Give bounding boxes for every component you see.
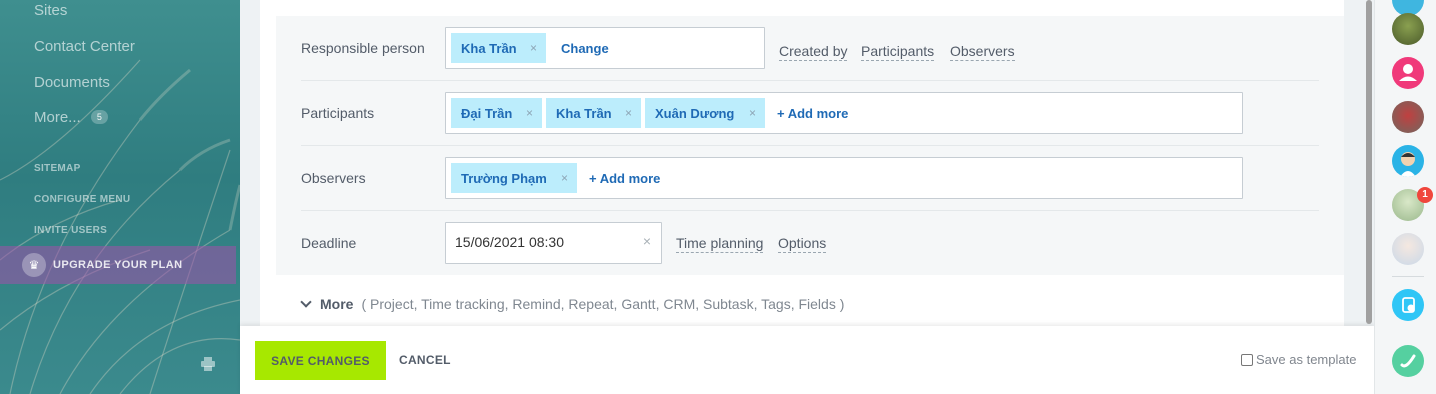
chat-phone-icon bbox=[1402, 297, 1415, 313]
observers-label: Observers bbox=[301, 170, 366, 186]
upgrade-plan-button[interactable]: ♛ UPGRADE YOUR PLAN bbox=[0, 246, 236, 284]
right-rail: 1 bbox=[1374, 0, 1436, 394]
options-link[interactable]: Options bbox=[778, 235, 827, 253]
user-avatar[interactable] bbox=[1392, 145, 1424, 177]
sidebar-item-more[interactable]: More... 5 bbox=[34, 109, 108, 126]
printer-icon[interactable] bbox=[200, 356, 216, 372]
task-form-card: Responsible person Kha Trần × Change Cre… bbox=[260, 0, 1344, 326]
task-form-fields: Responsible person Kha Trần × Change Cre… bbox=[276, 16, 1344, 275]
responsible-chip-name: Kha Trần bbox=[461, 40, 517, 56]
sidebar-item-documents[interactable]: Documents bbox=[34, 74, 110, 91]
sitemap-link[interactable]: SITEMAP bbox=[34, 163, 81, 174]
change-responsible-link[interactable]: Change bbox=[561, 41, 609, 56]
chevron-down-icon bbox=[300, 296, 312, 308]
time-planning-link[interactable]: Time planning bbox=[676, 235, 764, 253]
invite-users-link[interactable]: INVITE USERS bbox=[34, 225, 107, 236]
task-edit-panel: Responsible person Kha Trần × Change Cre… bbox=[240, 0, 1374, 394]
add-participant-link[interactable]: + Add more bbox=[777, 106, 848, 121]
observers-field[interactable]: Trường Phạm × + Add more bbox=[445, 157, 1243, 199]
participants-row: Participants Đại Trần × Kha Trần × Xuân … bbox=[276, 81, 1344, 146]
participant-chip-name: Đại Trần bbox=[461, 105, 513, 121]
save-as-template-checkbox[interactable] bbox=[1241, 353, 1253, 366]
deadline-label: Deadline bbox=[301, 235, 357, 251]
participant-chip-name: Xuân Dương bbox=[655, 105, 735, 121]
observer-chip-name: Trường Phạm bbox=[461, 170, 547, 186]
participant-chip: Kha Trần × bbox=[546, 98, 641, 128]
open-lines-button[interactable] bbox=[1392, 289, 1424, 321]
sidebar-item-more-label: More... bbox=[34, 109, 81, 126]
call-button[interactable] bbox=[1392, 345, 1424, 377]
remove-participant-icon[interactable]: × bbox=[749, 106, 756, 120]
configure-menu-link[interactable]: CONFIGURE MENU bbox=[34, 194, 130, 205]
user-avatar[interactable] bbox=[1392, 57, 1424, 89]
sidebar-item-contact-center[interactable]: Contact Center bbox=[34, 38, 135, 55]
responsible-chip: Kha Trần × bbox=[451, 33, 546, 63]
person-illustration-icon bbox=[1400, 152, 1416, 177]
remove-participant-icon[interactable]: × bbox=[526, 106, 533, 120]
more-label: More bbox=[320, 296, 354, 312]
notification-badge: 1 bbox=[1417, 187, 1433, 203]
participant-chip-name: Kha Trần bbox=[556, 105, 612, 121]
add-observer-link[interactable]: + Add more bbox=[589, 171, 660, 186]
responsible-person-field[interactable]: Kha Trần × Change bbox=[445, 27, 765, 69]
more-options-list: ( Project, Time tracking, Remind, Repeat… bbox=[361, 296, 845, 312]
crown-icon: ♛ bbox=[22, 253, 46, 277]
responsible-person-row: Responsible person Kha Trần × Change Cre… bbox=[276, 16, 1344, 81]
upgrade-plan-label: UPGRADE YOUR PLAN bbox=[53, 259, 183, 271]
rail-divider bbox=[1392, 276, 1424, 277]
save-changes-button[interactable]: SAVE CHANGES bbox=[255, 341, 386, 380]
participant-chip: Đại Trần × bbox=[451, 98, 542, 128]
phone-icon bbox=[1400, 354, 1416, 368]
left-sidebar: Sites Contact Center Documents More... 5… bbox=[0, 0, 240, 394]
observer-chip: Trường Phạm × bbox=[451, 163, 577, 193]
responsible-person-label: Responsible person bbox=[301, 40, 425, 56]
scrollbar[interactable] bbox=[1366, 0, 1372, 324]
participants-link[interactable]: Participants bbox=[861, 43, 935, 61]
participants-field[interactable]: Đại Trần × Kha Trần × Xuân Dương × + Add… bbox=[445, 92, 1243, 134]
bottom-action-bar: SAVE CHANGES CANCEL Save as template bbox=[240, 326, 1374, 394]
more-options-toggle[interactable]: More ( Project, Time tracking, Remind, Re… bbox=[300, 296, 845, 312]
deadline-input[interactable]: 15/06/2021 08:30 × bbox=[445, 222, 662, 264]
remove-responsible-icon[interactable]: × bbox=[530, 41, 537, 55]
person-icon bbox=[1399, 64, 1417, 81]
participant-chip: Xuân Dương × bbox=[645, 98, 765, 128]
clear-deadline-icon[interactable]: × bbox=[643, 233, 651, 249]
save-as-template-label: Save as template bbox=[1256, 352, 1357, 367]
save-as-template-option[interactable]: Save as template bbox=[1241, 352, 1356, 367]
deadline-row: Deadline 15/06/2021 08:30 × Time plannin… bbox=[276, 211, 1344, 276]
remove-participant-icon[interactable]: × bbox=[625, 106, 632, 120]
deadline-value: 15/06/2021 08:30 bbox=[455, 234, 564, 250]
user-avatar[interactable] bbox=[1392, 233, 1424, 265]
observers-row: Observers Trường Phạm × + Add more bbox=[276, 146, 1344, 211]
created-by-link[interactable]: Created by bbox=[779, 43, 848, 61]
more-count-badge: 5 bbox=[90, 110, 108, 124]
user-avatar[interactable] bbox=[1392, 101, 1424, 133]
cancel-button[interactable]: CANCEL bbox=[399, 353, 451, 367]
user-avatar[interactable] bbox=[1392, 13, 1424, 45]
remove-observer-icon[interactable]: × bbox=[561, 171, 568, 185]
observers-link[interactable]: Observers bbox=[950, 43, 1015, 61]
participants-label: Participants bbox=[301, 105, 375, 121]
sidebar-item-sites[interactable]: Sites bbox=[34, 2, 67, 19]
